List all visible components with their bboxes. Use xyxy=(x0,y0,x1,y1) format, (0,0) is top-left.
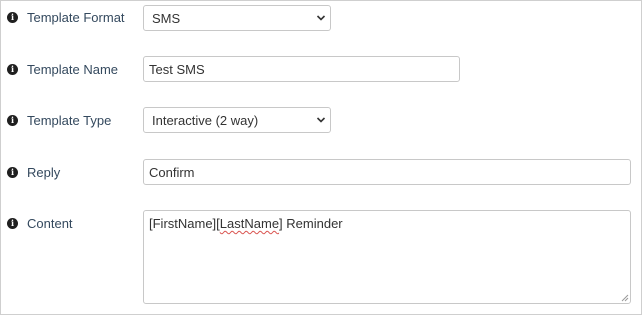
template-name-value: Test SMS xyxy=(149,62,205,77)
template-type-label: Template Type xyxy=(27,113,112,128)
template-format-label: Template Format xyxy=(27,10,125,25)
content-text-part: [FirstName][ xyxy=(149,216,220,231)
template-name-label: Template Name xyxy=(27,62,119,77)
chevron-down-icon xyxy=(316,15,326,21)
template-format-select[interactable]: SMS xyxy=(143,5,331,31)
resize-handle-icon[interactable] xyxy=(621,294,629,302)
template-type-select[interactable]: Interactive (2 way) xyxy=(143,107,331,133)
template-type-value: Interactive (2 way) xyxy=(152,113,259,128)
info-icon[interactable]: i xyxy=(7,12,18,23)
template-format-value: SMS xyxy=(152,11,181,26)
info-icon[interactable]: i xyxy=(7,115,18,126)
info-icon[interactable]: i xyxy=(7,167,18,178)
info-icon[interactable]: i xyxy=(7,64,18,75)
template-name-input[interactable]: Test SMS xyxy=(143,56,460,82)
content-textarea[interactable]: [FirstName][LastName] Reminder xyxy=(143,210,631,304)
reply-label: Reply xyxy=(27,165,61,180)
content-misspelled-word: LastName xyxy=(219,216,280,231)
info-icon[interactable]: i xyxy=(7,218,18,229)
content-label: Content xyxy=(27,216,73,231)
content-text-part: ] Reminder xyxy=(279,216,343,231)
content-value: [FirstName][LastName] Reminder xyxy=(149,216,343,231)
reply-input[interactable]: Confirm xyxy=(143,159,631,185)
chevron-down-icon xyxy=(316,117,326,123)
reply-value: Confirm xyxy=(149,165,195,180)
template-form: i Template Format SMS i Template Name Te… xyxy=(0,0,642,315)
